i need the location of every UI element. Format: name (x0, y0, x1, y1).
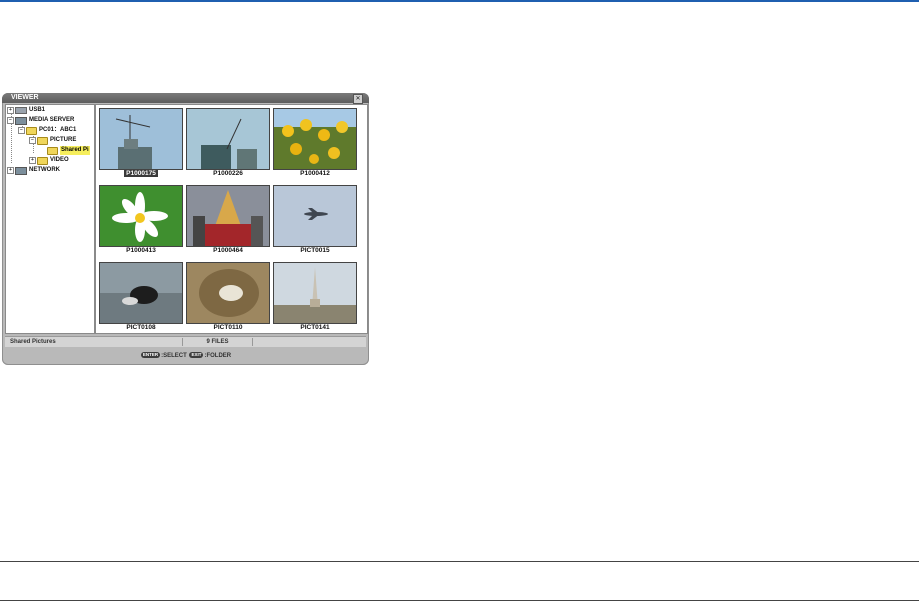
viewer-titlebar: VIEWER ✕ (2, 93, 369, 104)
tree-item-label: VIDEO (50, 157, 69, 163)
folder-icon (37, 136, 48, 145)
thumbnail-caption: P1000464 (213, 247, 243, 254)
file-count-label: 9 FILES (206, 339, 229, 345)
thumbnail-image[interactable] (99, 185, 183, 247)
monitor-icon (15, 166, 27, 175)
tree-item-video[interactable]: + VIDEO (29, 156, 69, 165)
tree-item-media-server[interactable]: − MEDIA SERVER (7, 116, 74, 125)
tree-item-usb1[interactable]: + USB1 (7, 106, 45, 115)
thumbnail-caption: PICT0141 (300, 324, 330, 331)
tree-item-label: USB1 (29, 107, 46, 113)
thumbnail-caption: P1000413 (126, 247, 156, 254)
current-folder-label: Shared Pictures (10, 339, 56, 345)
tree-item-picture[interactable]: − PICTURE (29, 136, 76, 145)
folder-icon (47, 146, 58, 155)
status-bar: Shared Pictures 9 FILES (5, 336, 366, 347)
tree-item-pc01[interactable]: − PC01：ABC1 (18, 126, 76, 135)
page-divider (0, 600, 919, 601)
tree-item-shared-pictures[interactable]: Shared Pi (47, 146, 90, 155)
tree-item-label: MEDIA SERVER (29, 117, 75, 123)
expand-icon[interactable]: + (7, 167, 14, 174)
collapse-icon[interactable]: − (18, 127, 25, 134)
tree-item-label: PICTURE (50, 137, 77, 143)
monitor-icon (15, 116, 27, 125)
status-divider (252, 338, 253, 346)
tree-item-network[interactable]: + NETWORK (7, 166, 60, 175)
collapse-icon[interactable]: − (29, 137, 36, 144)
thumbnail-image[interactable] (99, 262, 183, 324)
drive-icon (15, 107, 27, 114)
key-hint-bar: ENTER:SELECT EXIT:FOLDER (2, 351, 369, 361)
thumbnail-image[interactable] (99, 108, 183, 170)
thumbnail-image[interactable] (186, 185, 270, 247)
thumbnail-caption: PICT0110 (213, 324, 243, 331)
thumbnail-caption: P1000175 (124, 170, 158, 177)
thumbnail-caption: PICT0015 (300, 247, 330, 254)
expand-icon[interactable]: + (7, 107, 14, 114)
viewer-title: VIEWER (11, 94, 39, 101)
thumbnail-image[interactable] (273, 185, 357, 247)
exit-key-icon: EXIT (189, 352, 204, 359)
close-icon[interactable]: ✕ (353, 94, 363, 104)
viewer-window: VIEWER ✕ + USB1 − MEDIA SERVER − PC01：AB… (2, 93, 369, 365)
tree-item-label: NETWORK (29, 167, 60, 173)
thumbnail-grid: P1000175 P1000226 P1000412 P1000413 P100… (95, 104, 368, 334)
page-divider (0, 561, 919, 562)
thumbnail-image[interactable] (186, 262, 270, 324)
tree-item-label: PC01：ABC1 (39, 127, 77, 133)
expand-icon[interactable]: + (29, 157, 36, 164)
enter-key-icon: ENTER (140, 352, 161, 359)
folder-icon (37, 156, 48, 165)
folder-icon (26, 126, 37, 135)
thumbnail-caption: P1000226 (213, 170, 243, 177)
thumbnail-image[interactable] (273, 262, 357, 324)
select-hint: :SELECT (161, 353, 187, 359)
thumbnail-image[interactable] (273, 108, 357, 170)
tree-item-label-selected: Shared Pi (60, 146, 90, 155)
header-accent-rule (0, 0, 919, 2)
thumbnail-caption: P1000412 (300, 170, 330, 177)
collapse-icon[interactable]: − (7, 117, 14, 124)
thumbnail-image[interactable] (186, 108, 270, 170)
folder-hint: :FOLDER (204, 353, 232, 359)
thumbnail-caption: PICT0108 (126, 324, 156, 331)
folder-tree[interactable]: + USB1 − MEDIA SERVER − PC01：ABC1 − PICT… (5, 104, 95, 334)
